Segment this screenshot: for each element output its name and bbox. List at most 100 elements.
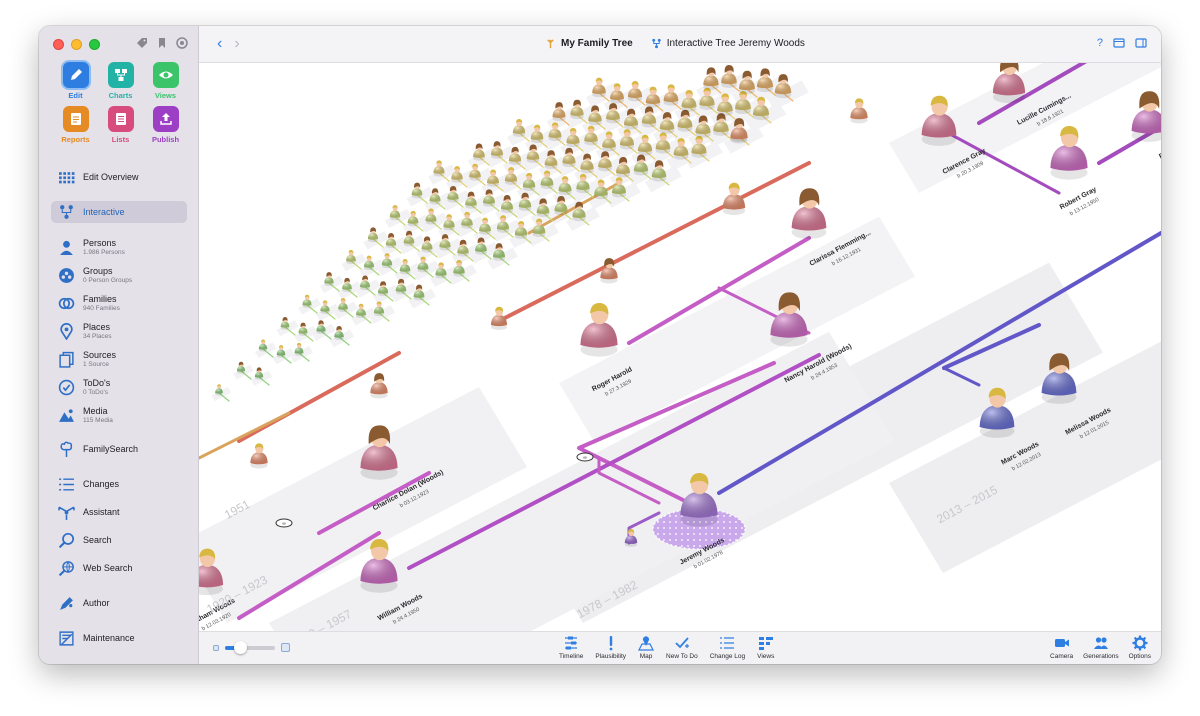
person-fiona-ha-gr[interactable]: [1131, 91, 1161, 142]
ancestor-figure-46[interactable]: [439, 234, 451, 251]
sidebar-item-familysearch[interactable]: FamilySearch: [51, 438, 187, 460]
interactive-tree-canvas[interactable]: Jeremy Woods b 01.02.1978 William Woods b 2…: [199, 63, 1161, 631]
ancestor-figure-42[interactable]: [280, 316, 290, 330]
ancestor-charles[interactable]: [250, 443, 268, 469]
help-button[interactable]: ?: [1097, 37, 1103, 49]
ancestor-figure-113[interactable]: [592, 77, 606, 98]
generations-button[interactable]: Generations: [1083, 635, 1119, 660]
sidebar-item-places[interactable]: Places 34 Places: [51, 319, 187, 343]
reports-tool-button[interactable]: Reports: [53, 106, 98, 144]
ancestor-figure-105[interactable]: [490, 141, 504, 159]
timeline-button[interactable]: Timeline: [559, 635, 583, 660]
person-robert-gray[interactable]: [1050, 125, 1088, 180]
ancestor-figure-4[interactable]: [373, 301, 385, 317]
ancestor-figure-43[interactable]: [320, 300, 330, 314]
ancestor-figure-0[interactable]: [215, 384, 223, 396]
ancestor-figure-28[interactable]: [258, 339, 268, 352]
ancestor-figure-30[interactable]: [338, 298, 348, 313]
sidebar-item-author[interactable]: Author: [51, 592, 187, 614]
sidebar-item-sources[interactable]: Sources 1 Source: [51, 347, 187, 371]
ancestor-figure-14[interactable]: [236, 361, 246, 374]
ancestor-figure-57[interactable]: [381, 253, 393, 269]
options-button[interactable]: Options: [1129, 635, 1151, 660]
back-button[interactable]: ‹: [217, 36, 222, 52]
ancestor-figure-41[interactable]: [774, 74, 792, 99]
tree-3d-view[interactable]: Jeremy Woodsb 01.02.1978William Woodsb 2…: [199, 63, 1161, 631]
ancestor-figure-98[interactable]: [469, 163, 481, 181]
ancestor-figure-107[interactable]: [570, 99, 584, 120]
ancestor-figure-3[interactable]: [334, 325, 344, 341]
sidebar-item-todos[interactable]: ToDo's 0 ToDo's: [51, 375, 187, 399]
badge-icon[interactable]: [176, 37, 188, 49]
ancestor-figure-32[interactable]: [417, 256, 429, 273]
ancestor-figure-90[interactable]: [447, 185, 459, 203]
ancestor-figure-59[interactable]: [461, 211, 473, 229]
ancestor-figure-96[interactable]: [389, 205, 401, 221]
sidebar-item-edit-overview[interactable]: Edit Overview: [51, 166, 187, 188]
lists-tool-button[interactable]: Lists: [98, 106, 143, 144]
plausibility-button[interactable]: Plausibility: [595, 635, 626, 660]
ancestor-figure-29[interactable]: [298, 322, 308, 336]
edit-tool-button[interactable]: Edit: [53, 62, 98, 100]
sidebar-item-assistant[interactable]: Assistant: [51, 501, 187, 523]
sidebar-item-maintenance[interactable]: Maintenance: [51, 627, 187, 649]
ancestor-figure-111[interactable]: [512, 118, 526, 137]
ancestor-figure-102[interactable]: [627, 80, 643, 102]
ancestor-figure-31[interactable]: [377, 281, 389, 297]
zoom-in-icon[interactable]: [281, 643, 290, 652]
views-button[interactable]: Views: [757, 635, 774, 660]
ancestor-figure-44[interactable]: [359, 275, 371, 291]
ancestor-josef[interactable]: [490, 306, 508, 331]
camera-button[interactable]: Camera: [1050, 635, 1073, 660]
ancestor-figure-55[interactable]: [302, 294, 312, 308]
ancestor-lillie[interactable]: [370, 373, 388, 399]
ancestor-figure-68[interactable]: [363, 255, 375, 271]
sidebar-item-web-search[interactable]: Web Search: [51, 557, 187, 579]
bookmark-icon[interactable]: [156, 37, 168, 49]
zoom-slider[interactable]: [225, 640, 275, 654]
zoom-out-icon[interactable]: [213, 644, 219, 651]
change-log-button[interactable]: Change Log: [710, 635, 745, 660]
ancestor-figure-67[interactable]: [324, 272, 334, 286]
ancestor-figure-88[interactable]: [367, 227, 379, 243]
ancestor-figure-54[interactable]: [756, 68, 774, 93]
sidebar-item-media[interactable]: Media 115 Media: [51, 403, 187, 427]
sidebar-item-interactive[interactable]: Interactive: [51, 201, 187, 223]
tag-icon[interactable]: [136, 37, 148, 49]
ancestor-figure-103[interactable]: [411, 182, 423, 199]
sidebar-item-changes[interactable]: Changes: [51, 473, 187, 495]
ancestor-figure-16[interactable]: [316, 320, 326, 334]
person-roger-harold[interactable]: [580, 302, 618, 357]
forward-button[interactable]: ›: [234, 36, 239, 52]
person-clarence-gray[interactable]: [921, 95, 957, 146]
ancestor-figure-15[interactable]: [276, 345, 286, 358]
person-clarissa-flemming[interactable]: [791, 188, 827, 239]
zoom-slider-knob[interactable]: [234, 640, 247, 654]
ancestor-figure-110[interactable]: [473, 143, 485, 161]
new-todo-button[interactable]: New To Do: [666, 635, 698, 660]
ancestor-figure-78[interactable]: [346, 249, 356, 265]
sidebar-toggle-icon[interactable]: [1135, 37, 1147, 49]
ancestor-figure-56[interactable]: [342, 277, 352, 293]
ancestor-johnson[interactable]: [722, 182, 746, 216]
sidebar-item-groups[interactable]: Groups 0 Person Groups: [51, 263, 187, 287]
views-tool-button[interactable]: Views: [143, 62, 188, 100]
minimize-window-button[interactable]: [71, 39, 82, 50]
sidebar-item-search[interactable]: Search: [51, 529, 187, 551]
ancestor-figure-109[interactable]: [433, 160, 445, 177]
ancestor-figure-45[interactable]: [399, 258, 411, 275]
ancestor-figure-69[interactable]: [403, 230, 415, 247]
zoom-window-button[interactable]: [89, 39, 100, 50]
ancestor-figure-86[interactable]: [663, 84, 679, 106]
ancestor-figure-17[interactable]: [356, 303, 366, 319]
ancestor-theodore[interactable]: [850, 98, 868, 124]
ancestor-figure-80[interactable]: [425, 208, 437, 225]
ancestor-figure-2[interactable]: [294, 342, 304, 356]
ancestor-figure-77[interactable]: [721, 65, 737, 88]
sidebar-item-families[interactable]: Families 940 Families: [51, 291, 187, 315]
close-window-button[interactable]: [53, 39, 64, 50]
ancestor-figure-112[interactable]: [552, 102, 566, 122]
ancestor-figure-1[interactable]: [254, 367, 264, 380]
ancestor-figure-6[interactable]: [453, 260, 465, 277]
ancestor-figure-79[interactable]: [385, 233, 397, 249]
